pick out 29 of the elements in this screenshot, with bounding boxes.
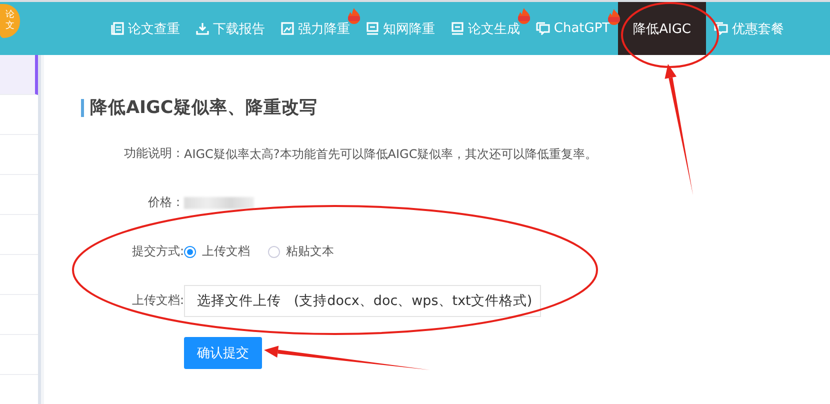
description-text: AIGC疑似率太高?本功能首先可以降低AIGC疑似率，其次还可以降低重复率。: [184, 146, 598, 162]
nav-tab[interactable]: 强力降重: [272, 2, 358, 55]
nav-tab[interactable]: 下载报告: [188, 2, 273, 55]
file-upload-button[interactable]: 选择文件上传 (支持docx、doc、wps、txt文件格式): [184, 284, 542, 316]
redacted-price: [184, 196, 254, 208]
field-label: 提交方式:: [132, 243, 184, 260]
image-icon: [280, 22, 294, 35]
monitor-icon: [450, 22, 464, 35]
submit-button[interactable]: 确认提交: [184, 337, 262, 369]
download-icon: [196, 22, 209, 35]
radio-option[interactable]: 粘贴文本: [268, 243, 334, 260]
document-icon: [110, 22, 124, 35]
radio-button[interactable]: [184, 246, 196, 258]
chat-icon: [536, 22, 550, 35]
radio-option[interactable]: 上传文档: [184, 243, 250, 260]
chat-icon: [714, 22, 728, 35]
nav-tab[interactable]: 优惠套餐: [706, 2, 792, 55]
nav-tab[interactable]: 论文生成: [442, 2, 528, 55]
nav-tab[interactable]: 降低AIGC: [618, 2, 706, 55]
nav-tab[interactable]: 论文查重: [102, 2, 188, 55]
page-title: 降低AIGC疑似率、降重改写: [81, 99, 318, 117]
radio-button[interactable]: [268, 246, 280, 258]
sidebar-item[interactable]: [0, 55, 38, 95]
monitor-icon: [366, 22, 379, 35]
logo-text: 论文: [6, 10, 14, 32]
field-label: 价格：: [148, 194, 184, 211]
nav-tab[interactable]: 知网降重: [358, 2, 443, 55]
field-label: 上传文档:: [132, 292, 184, 309]
field-label: 功能说明：: [124, 145, 184, 162]
